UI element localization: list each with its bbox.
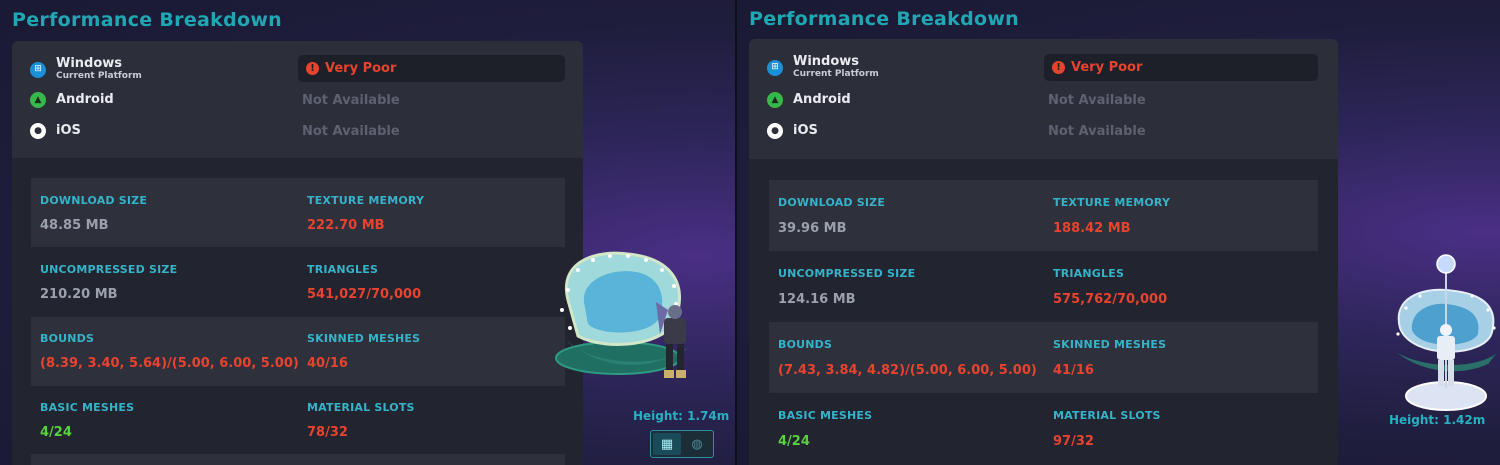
android-icon: ▲ xyxy=(767,92,783,108)
stat-value: (7.43, 3.84, 4.82)/(5.00, 6.00, 5.00) xyxy=(778,363,1037,378)
stat-label: BOUNDS xyxy=(778,338,833,351)
stat-value: 188.42 MB xyxy=(1053,221,1131,236)
stats-row: BOUNDS (7.43, 3.84, 4.82)/(5.00, 6.00, 5… xyxy=(769,322,1318,393)
platform-windows[interactable]: ⊞ Windows Current Platform xyxy=(767,55,879,80)
stats-row: BASIC MESHES 4/24 MATERIAL SLOTS 97/32 xyxy=(769,393,1318,465)
stat-label: TEXTURE MEMORY xyxy=(307,194,425,207)
page-title: Performance Breakdown xyxy=(749,8,1020,30)
alert-icon: ! xyxy=(306,62,319,75)
avatar-view-icon[interactable]: ▦ xyxy=(653,433,681,455)
platform-ios[interactable]: ● iOS xyxy=(767,123,818,139)
platform-name: Windows xyxy=(793,54,860,69)
stats-row: BOUNDS (8.39, 3.40, 5.64)/(5.00, 6.00, 5… xyxy=(31,317,565,386)
stats-row: DOWNLOAD SIZE 48.85 MB TEXTURE MEMORY 22… xyxy=(31,178,565,247)
rating-text: Very Poor xyxy=(1071,60,1143,75)
stat-label: SKINNED MESHES xyxy=(1053,338,1167,351)
stats-row: DOWNLOAD SIZE 39.96 MB TEXTURE MEMORY 18… xyxy=(769,180,1318,251)
platform-windows[interactable]: ⊞ Windows Current Platform xyxy=(30,57,142,82)
rating-badge: ! Very Poor xyxy=(1044,54,1318,81)
avatar-preview[interactable] xyxy=(548,240,728,400)
apple-icon: ● xyxy=(767,123,783,139)
stat-value: (8.39, 3.40, 5.64)/(5.00, 6.00, 5.00) xyxy=(40,356,299,371)
stat-label: BOUNDS xyxy=(40,332,95,345)
windows-icon: ⊞ xyxy=(30,61,46,78)
height-label: Height: 1.42m xyxy=(1389,413,1486,427)
platform-android[interactable]: ▲ Android xyxy=(767,92,851,108)
stat-label: TRIANGLES xyxy=(307,263,379,276)
stat-label: UNCOMPRESSED SIZE xyxy=(778,267,916,280)
stat-label: MATERIAL SLOTS xyxy=(307,401,415,414)
rating-badge: ! Very Poor xyxy=(298,55,565,82)
breakdown-card: ⊞ Windows Current Platform ▲ Android ● i… xyxy=(749,39,1338,465)
stat-label: DOWNLOAD SIZE xyxy=(40,194,148,207)
platform-name: Windows xyxy=(56,56,123,71)
android-status: Not Available xyxy=(1048,93,1146,108)
stat-value: 222.70 MB xyxy=(307,218,385,233)
platform-ios[interactable]: ● iOS xyxy=(30,123,81,139)
platform-subtitle: Current Platform xyxy=(793,69,879,79)
stat-value: 48.85 MB xyxy=(40,218,109,233)
rating-text: Very Poor xyxy=(325,61,397,76)
stat-value: 78/32 xyxy=(307,425,348,440)
stat-label: TRIANGLES xyxy=(1053,267,1125,280)
ios-status: Not Available xyxy=(302,124,400,139)
stats-row: UNCOMPRESSED SIZE 124.16 MB TRIANGLES 57… xyxy=(769,251,1318,322)
stat-value: 39.96 MB xyxy=(778,221,847,236)
platform-name: Android xyxy=(56,92,114,107)
windows-icon: ⊞ xyxy=(767,59,783,76)
height-label: Height: 1.74m xyxy=(633,409,730,423)
stat-value: 541,027/70,000 xyxy=(307,287,422,302)
page-title: Performance Breakdown xyxy=(12,9,283,31)
platform-subtitle: Current Platform xyxy=(56,71,142,81)
stat-label: SKINNED MESHES xyxy=(307,332,421,345)
performance-panel-left: Performance Breakdown ⊞ Windows Current … xyxy=(0,0,735,465)
stat-value: 40/16 xyxy=(307,356,348,371)
platform-name: iOS xyxy=(793,123,818,138)
stat-label: BASIC MESHES xyxy=(778,409,873,422)
ios-status: Not Available xyxy=(1048,124,1146,139)
stat-value: 575,762/70,000 xyxy=(1053,292,1168,307)
platform-name: Android xyxy=(793,92,851,107)
stat-value: 97/32 xyxy=(1053,434,1094,449)
android-status: Not Available xyxy=(302,93,400,108)
avatar-preview[interactable] xyxy=(1392,248,1500,413)
stat-value: 41/16 xyxy=(1053,363,1094,378)
platform-android[interactable]: ▲ Android xyxy=(30,92,114,108)
view-toggle: ▦ ◍ xyxy=(650,430,714,458)
stat-value: 4/24 xyxy=(778,434,810,449)
stats-row: BASIC MESHES 4/24 MATERIAL SLOTS 78/32 xyxy=(31,386,565,454)
performance-panel-right: Performance Breakdown ⊞ Windows Current … xyxy=(737,0,1500,465)
stats-row: UNCOMPRESSED SIZE 210.20 MB TRIANGLES 54… xyxy=(31,247,565,317)
stat-value: 124.16 MB xyxy=(778,292,856,307)
globe-icon[interactable]: ◍ xyxy=(683,433,711,455)
android-icon: ▲ xyxy=(30,92,46,108)
stat-label: BASIC MESHES xyxy=(40,401,135,414)
stat-label: TEXTURE MEMORY xyxy=(1053,196,1171,209)
apple-icon: ● xyxy=(30,123,46,139)
stat-label: MATERIAL SLOTS xyxy=(1053,409,1161,422)
breakdown-card: ⊞ Windows Current Platform ▲ Android ● i… xyxy=(12,41,583,465)
platform-name: iOS xyxy=(56,123,81,138)
stat-value: 210.20 MB xyxy=(40,287,118,302)
stats-row xyxy=(31,454,565,465)
stat-value: 4/24 xyxy=(40,425,72,440)
alert-icon: ! xyxy=(1052,61,1065,74)
stat-label: DOWNLOAD SIZE xyxy=(778,196,886,209)
stat-label: UNCOMPRESSED SIZE xyxy=(40,263,178,276)
